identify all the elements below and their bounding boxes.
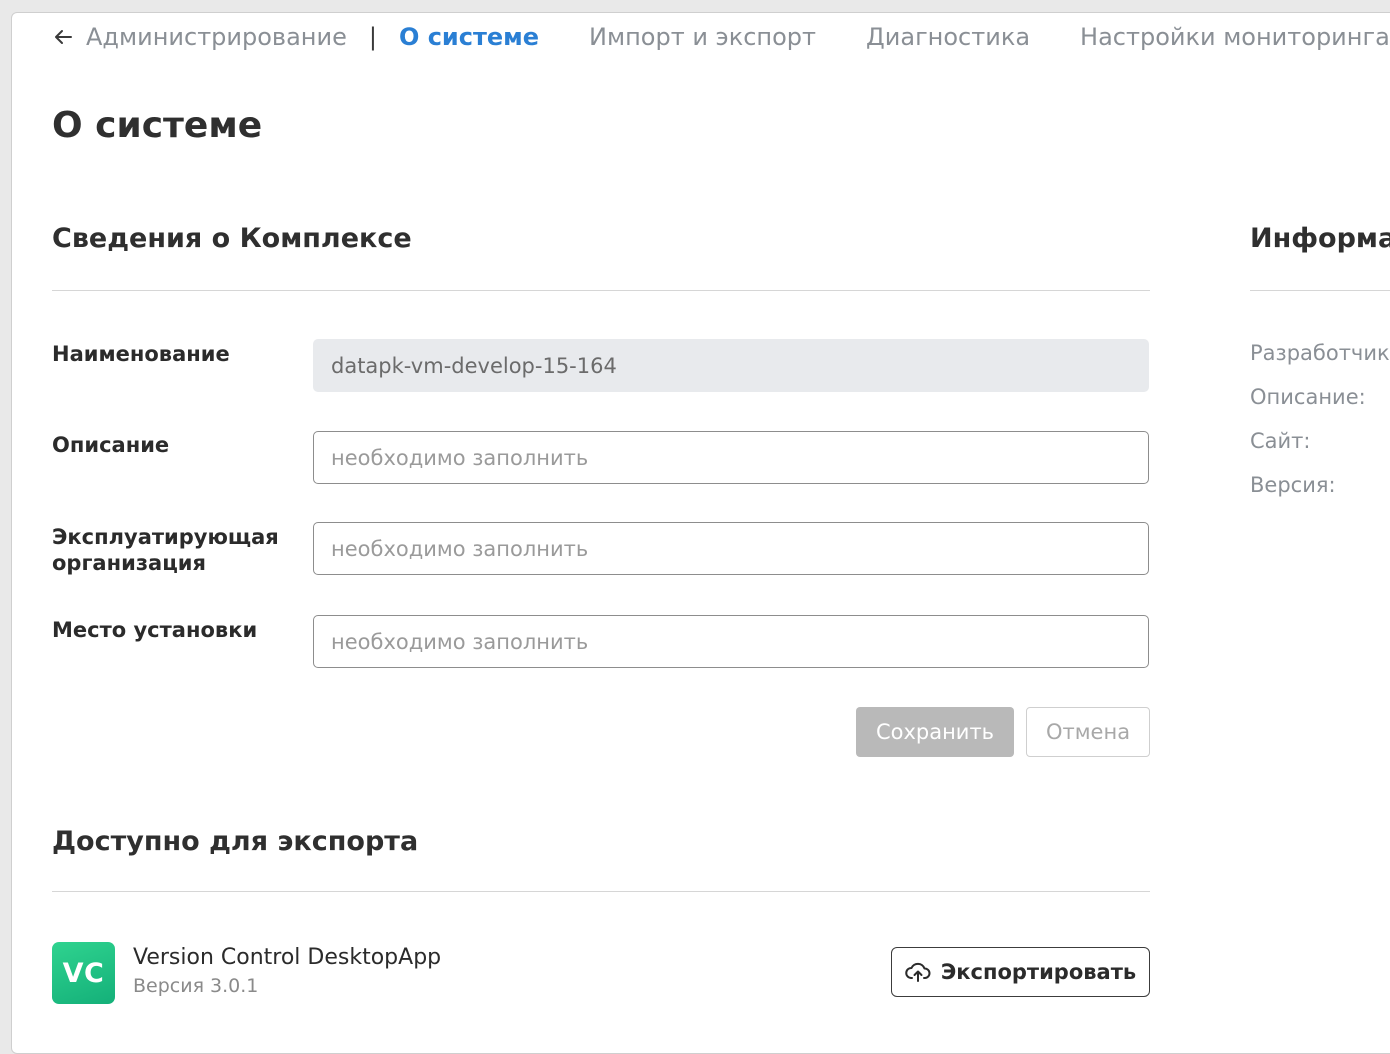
app-logo: VC: [52, 942, 115, 1004]
description-field-label: Описание: [52, 433, 170, 457]
tab-about-system[interactable]: О системе: [399, 23, 539, 51]
info-section-divider: [1250, 290, 1390, 291]
operating-organization-field[interactable]: [313, 522, 1149, 575]
about-system-panel: Администрирование | О системе Импорт и э…: [11, 12, 1390, 1054]
cloud-upload-icon: [905, 961, 931, 983]
app-version: Версия 3.0.1: [133, 975, 259, 997]
back-link-label: Администрирование: [86, 23, 347, 51]
info-description-label: Описание:: [1250, 385, 1366, 409]
info-version-label: Версия:: [1250, 473, 1336, 497]
info-section-title: Информа: [1250, 223, 1390, 254]
info-developer-label: Разработчик: [1250, 341, 1390, 365]
export-button-label: Экспортировать: [940, 960, 1137, 984]
name-field[interactable]: [313, 339, 1149, 392]
installation-place-field[interactable]: [313, 615, 1149, 668]
export-button[interactable]: Экспортировать: [891, 947, 1150, 997]
nav-separator: |: [368, 23, 377, 51]
installation-place-field-label: Место установки: [52, 618, 258, 642]
complex-section-title: Сведения о Комплексе: [52, 223, 412, 254]
export-section-title: Доступно для экспорта: [52, 826, 419, 857]
description-field[interactable]: [313, 431, 1149, 484]
info-site-label: Сайт:: [1250, 429, 1311, 453]
export-section-divider: [52, 891, 1150, 892]
complex-section-divider: [52, 290, 1150, 291]
admin-nav: Администрирование | О системе Импорт и э…: [52, 19, 1390, 55]
tab-diagnostics[interactable]: Диагностика: [866, 23, 1030, 51]
page-title: О системе: [52, 105, 263, 146]
app-name: Version Control DesktopApp: [133, 945, 442, 970]
back-to-administration-link[interactable]: Администрирование: [52, 23, 347, 51]
arrow-left-icon: [52, 26, 74, 48]
cancel-button[interactable]: Отмена: [1026, 707, 1150, 757]
save-button[interactable]: Сохранить: [856, 707, 1014, 757]
name-field-label: Наименование: [52, 342, 230, 366]
tab-import-export[interactable]: Импорт и экспорт: [589, 23, 816, 51]
tab-monitoring-settings[interactable]: Настройки мониторинга: [1080, 23, 1390, 51]
operating-organization-field-label: Эксплуатирующая организация: [52, 525, 279, 575]
